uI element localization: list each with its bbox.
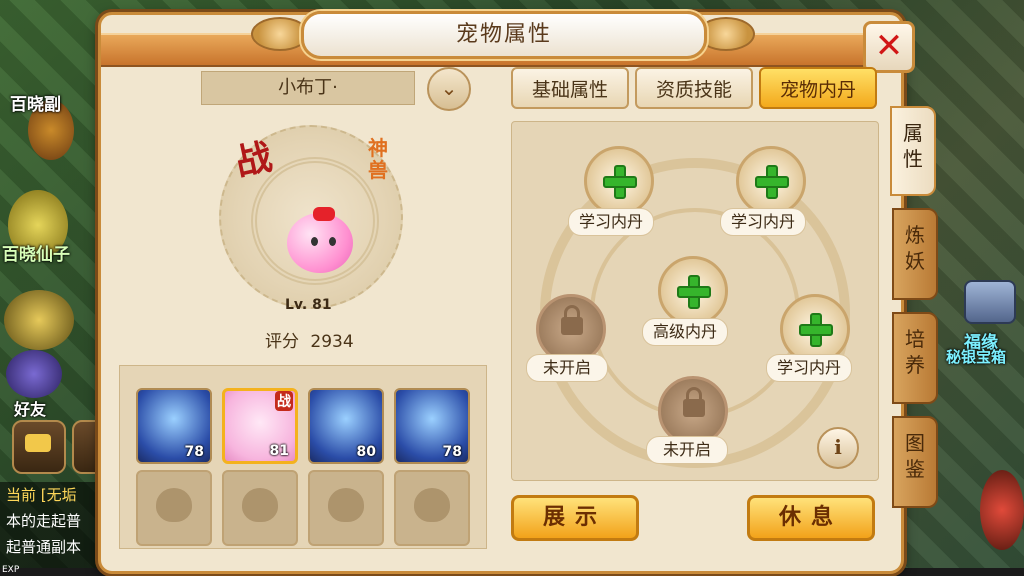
pet-bow <box>313 207 335 221</box>
npc-character[interactable] <box>4 290 74 350</box>
side-tab-attributes[interactable]: 属性 <box>890 106 936 196</box>
pet-select-dropdown[interactable]: ⌄ <box>427 67 471 111</box>
plus-icon <box>677 275 711 309</box>
chat-line: 起普通副本 <box>6 538 82 556</box>
pet-eye <box>329 237 336 246</box>
pet-info-pane: 小布丁· ⌄ 战 神兽 Lv. 81 评分 2934 78 战 81 80 78 <box>115 65 495 555</box>
exp-label: EXP <box>2 565 20 575</box>
side-tab-refine[interactable]: 炼妖 <box>892 208 938 300</box>
close-button[interactable]: ✕ <box>863 21 915 73</box>
pill-slot-label: 未开启 <box>646 436 729 464</box>
show-button[interactable]: 展示 <box>511 495 639 541</box>
pet-slot[interactable]: 80 <box>308 388 384 464</box>
slot-level: 80 <box>356 444 376 460</box>
world-npc-name: 百晓仙子 <box>2 245 70 265</box>
pill-slot-learn[interactable] <box>736 146 806 216</box>
slot-level: 78 <box>442 444 462 460</box>
plus-icon <box>799 313 833 347</box>
pet-slot-empty[interactable] <box>394 470 470 546</box>
pet-eye <box>311 237 318 246</box>
pet-name: 小布丁· <box>201 71 415 105</box>
rest-button[interactable]: 休息 <box>747 495 875 541</box>
side-tab-cultivate[interactable]: 培养 <box>892 312 938 404</box>
rarity-mark: 神兽 <box>368 136 388 182</box>
pet-slot-empty[interactable] <box>136 470 212 546</box>
pet-slot[interactable]: 78 <box>394 388 470 464</box>
pill-slot-label: 未开启 <box>526 354 609 382</box>
pet-slot[interactable]: 78 <box>136 388 212 464</box>
score-value: 2934 <box>310 332 354 352</box>
inner-pill-area: 学习内丹 学习内丹 高级内丹 未开启 学习内丹 未开启 <box>511 121 879 481</box>
plus-icon <box>603 165 637 199</box>
close-icon: ✕ <box>874 26 904 66</box>
pill-slot-advanced[interactable] <box>658 256 728 326</box>
chat-log[interactable]: 当前 [无垢 本的走起普 起普通副本 <box>0 482 104 568</box>
plus-icon <box>755 165 789 199</box>
treasure-chest[interactable] <box>964 280 1016 324</box>
chat-bubble-icon <box>25 434 51 452</box>
pet-slot-empty[interactable] <box>308 470 384 546</box>
window-title: 宠物属性 <box>301 11 707 59</box>
chat-line: 当前 [无垢 <box>6 486 77 504</box>
score-label: 评分 <box>265 332 299 352</box>
pet-model[interactable] <box>287 213 353 273</box>
lock-icon <box>561 305 583 335</box>
tab-aptitude-skills[interactable]: 资质技能 <box>635 67 753 109</box>
lock-icon <box>683 387 705 417</box>
friends-label[interactable]: 好友 <box>14 396 46 420</box>
tab-pet-inner-pill[interactable]: 宠物内丹 <box>759 67 877 109</box>
side-tab-codex[interactable]: 图鉴 <box>892 416 938 508</box>
pet-level: Lv. 81 <box>285 297 332 313</box>
player-avatar[interactable] <box>6 350 62 398</box>
pet-attributes-panel: 宠物属性 ✕ 小布丁· ⌄ 战 神兽 Lv. 81 评分 2934 78 战 8… <box>98 11 915 574</box>
tab-basic-attributes[interactable]: 基础属性 <box>511 67 629 109</box>
chevron-down-icon: ⌄ <box>440 76 458 100</box>
pet-score: 评分 2934 <box>265 327 354 352</box>
chat-line: 本的走起普 <box>6 512 82 530</box>
slot-level: 78 <box>184 444 204 460</box>
world-npc-name: 百晓副 <box>10 95 61 115</box>
slot-level: 81 <box>269 443 289 459</box>
world-object-name: 秘银宝箱 <box>946 348 1007 366</box>
pill-slot-label: 学习内丹 <box>568 208 655 236</box>
pill-slot-learn[interactable] <box>584 146 654 216</box>
pet-slot-empty[interactable] <box>222 470 298 546</box>
info-button[interactable]: i <box>817 427 859 469</box>
pill-slot-label: 高级内丹 <box>642 318 729 346</box>
pill-slot-label: 学习内丹 <box>766 354 853 382</box>
pet-slot-grid: 78 战 81 80 78 <box>119 365 487 549</box>
battle-badge: 战 <box>275 391 293 411</box>
pet-slot-selected[interactable]: 战 81 <box>222 388 298 464</box>
npc-character[interactable] <box>980 470 1024 550</box>
chat-button[interactable] <box>12 420 66 474</box>
pill-slot-label: 学习内丹 <box>720 208 807 236</box>
